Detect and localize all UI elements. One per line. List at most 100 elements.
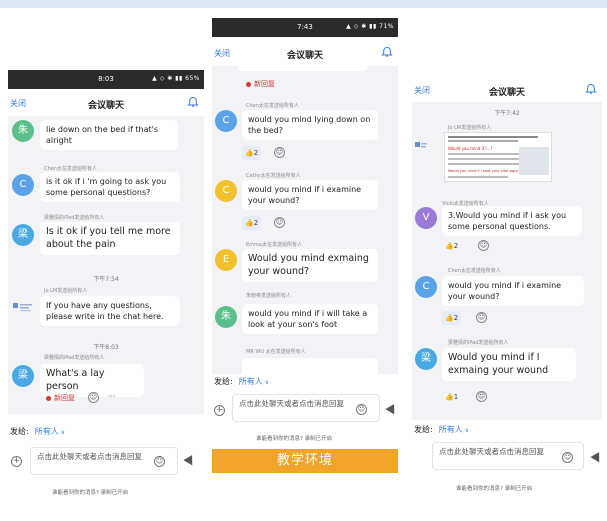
emoji-icon[interactable]: ☺ <box>562 452 573 463</box>
privacy-hint[interactable]: 谁能看到你的消息? 录制已开启 <box>256 434 332 442</box>
send-to-selector[interactable]: 发给: 所有人 ∨ <box>214 376 269 387</box>
bell-icon[interactable] <box>381 46 393 58</box>
message-bubble[interactable]: lie down on the bed if that's alright <box>40 120 178 150</box>
bell-icon[interactable] <box>585 83 597 95</box>
message-bubble[interactable]: would you mind if i examine your wound? <box>242 180 378 210</box>
send-icon[interactable] <box>385 404 398 417</box>
reaction-badge[interactable]: 👍1 <box>442 390 461 404</box>
message-bubble[interactable]: Would you mind exmaing your wound? <box>242 249 378 282</box>
hospital-logo-icon <box>415 142 427 148</box>
sender-label: Emma太在发送给所有人 <box>246 242 302 248</box>
message-bubble[interactable]: would you mind if i examine your wound? <box>442 276 584 306</box>
add-reaction-icon[interactable]: ☺ <box>274 217 285 228</box>
add-reaction-icon[interactable]: ☺ <box>478 240 489 251</box>
add-reaction-icon[interactable]: ☺ <box>274 147 285 158</box>
privacy-hint[interactable]: 谁能看到你的消息? 录制已开启 <box>52 488 128 496</box>
add-reaction-icon[interactable]: ☺ <box>88 392 99 403</box>
reaction-badge[interactable]: 👍2 <box>442 311 462 325</box>
reaction-badge[interactable]: 👍2 <box>442 239 461 253</box>
message-bubble[interactable]: Is it ok if you tell me more about the p… <box>40 222 180 255</box>
timestamp: 下午8:03 <box>93 344 119 351</box>
sender-label: Jo LM发送给所有人 <box>448 125 492 131</box>
reaction-badge[interactable]: 👍2 <box>242 146 262 160</box>
avatar: C <box>215 110 237 132</box>
image-text-line: Would you mind if I took your vital sign… <box>448 169 521 173</box>
chevron-down-icon: ∨ <box>462 427 470 434</box>
shared-image[interactable]: Would you mind if I...? Would you mind i… <box>444 132 552 182</box>
chat-area: 新回复 Chen太在发送给所有人 C would you mind lying … <box>212 66 398 374</box>
send-to-label: 发给: <box>10 427 29 436</box>
avatar: C <box>215 180 237 202</box>
new-reply-link[interactable]: 新回复 <box>246 79 275 89</box>
avatar: C <box>415 276 437 298</box>
timestamp: 下午7:42 <box>494 110 520 117</box>
send-to-value: 所有人 <box>34 427 59 436</box>
chat-header: 关闭 会议聊天 <box>412 80 602 102</box>
chat-area: 下午7:42 Jo LM发送给所有人 Would you mind if I..… <box>412 102 602 420</box>
sender-label: 朱晓英发送给所有人 <box>246 293 292 299</box>
send-to-value: 所有人 <box>238 377 263 386</box>
send-to-selector[interactable]: 发给: 所有人 ∨ <box>414 424 469 435</box>
emoji-icon[interactable]: ☺ <box>356 404 367 415</box>
sender-label: Chen太在发送给所有人 <box>448 268 501 274</box>
new-reply-link[interactable]: 新回复 <box>46 393 75 403</box>
plus-icon[interactable]: + <box>11 456 22 467</box>
new-reply-label: 新回复 <box>54 394 75 402</box>
message-bubble[interactable]: Would you mind if I exmaing your wound <box>442 348 576 381</box>
status-bar: 8:03 ▲ ◇ ✱ ▮▮ 65% <box>8 70 204 89</box>
status-icons: ▲ ◇ ✱ ▮▮ 65% <box>152 75 200 82</box>
avatar: C <box>12 174 34 196</box>
image-text-line: Would you mind if I...? <box>448 146 493 151</box>
new-reply-dot <box>246 81 251 87</box>
status-bar: 7:43 ▲ ◇ ✱ ▮▮ 71% <box>212 18 398 37</box>
avatar: 梁 <box>415 348 437 370</box>
message-bubble[interactable]: If you have any questions, please write … <box>40 296 180 326</box>
message-bubble[interactable]: is it ok if i 'm going to ask you some p… <box>40 172 180 202</box>
reaction-badge[interactable]: 👍2 <box>242 216 262 230</box>
more-icon[interactable]: ··· <box>108 392 116 401</box>
sender-label: Jo LM发送给所有人 <box>44 288 88 294</box>
sender-label: 梁雅倩的iPad发送给所有人 <box>44 355 105 361</box>
send-icon[interactable] <box>183 455 197 468</box>
sender-label: MR WU 太在发送给所有人 <box>246 349 306 355</box>
chat-header: 关闭 会议聊天 <box>212 43 398 65</box>
avatar: 朱 <box>215 306 237 328</box>
message-bubble[interactable]: would you mind if i will take a look at … <box>242 304 378 334</box>
message-bubble[interactable]: 3.Would you mind if i ask you some perso… <box>442 206 582 236</box>
avatar: V <box>415 207 437 229</box>
phone-screenshot-left: 8:03 ▲ ◇ ✱ ▮▮ 65% 关闭 会议聊天 朱 lie down on … <box>8 70 204 510</box>
sender-label: Cathy太在发送给所有人 <box>246 173 301 179</box>
message-bubble[interactable] <box>242 358 378 374</box>
top-band <box>0 0 607 8</box>
status-icons: ▲ ◇ ✱ ▮▮ 71% <box>346 23 394 30</box>
phone-screenshot-middle: 7:43 ▲ ◇ ✱ ▮▮ 71% 关闭 会议聊天 新回复 Chen太在发送给所… <box>212 18 398 448</box>
add-reaction-icon[interactable]: ☺ <box>476 391 487 402</box>
sender-label: Chen太在发送给所有人 <box>246 103 299 109</box>
chevron-down-icon: ∨ <box>58 429 66 436</box>
new-reply-dot <box>46 395 51 401</box>
image-line <box>448 163 526 165</box>
send-to-label: 发给: <box>414 425 433 434</box>
sender-label: Chen太在发送给所有人 <box>44 166 97 172</box>
emoji-icon[interactable]: ☺ <box>154 456 165 467</box>
message-bubble[interactable]: would you mind lying down on the bed? <box>242 110 378 140</box>
page-title: 会议聊天 <box>87 101 124 111</box>
page-title: 会议聊天 <box>488 88 525 98</box>
new-reply-label: 新回复 <box>254 80 275 88</box>
avatar: 梁 <box>12 365 34 387</box>
privacy-hint[interactable]: 谁能看到你的消息? 录制已开启 <box>456 484 532 492</box>
plus-icon[interactable]: + <box>214 405 225 416</box>
send-to-selector[interactable]: 发给: 所有人 ∨ <box>10 426 65 437</box>
send-to-value: 所有人 <box>438 425 463 434</box>
send-icon[interactable] <box>590 452 602 465</box>
sender-label: 梁雅倩的iPad发送给所有人 <box>448 340 509 346</box>
send-to-label: 发给: <box>214 377 233 386</box>
bell-icon[interactable] <box>187 96 199 108</box>
chevron-down-icon: ∨ <box>262 379 270 386</box>
avatar: E <box>215 249 237 271</box>
add-reaction-icon[interactable]: ☺ <box>476 312 487 323</box>
image-photo <box>519 147 549 175</box>
caption-banner: 教学环境 <box>212 449 398 473</box>
hospital-logo-icon <box>13 303 32 312</box>
image-line <box>448 140 518 142</box>
